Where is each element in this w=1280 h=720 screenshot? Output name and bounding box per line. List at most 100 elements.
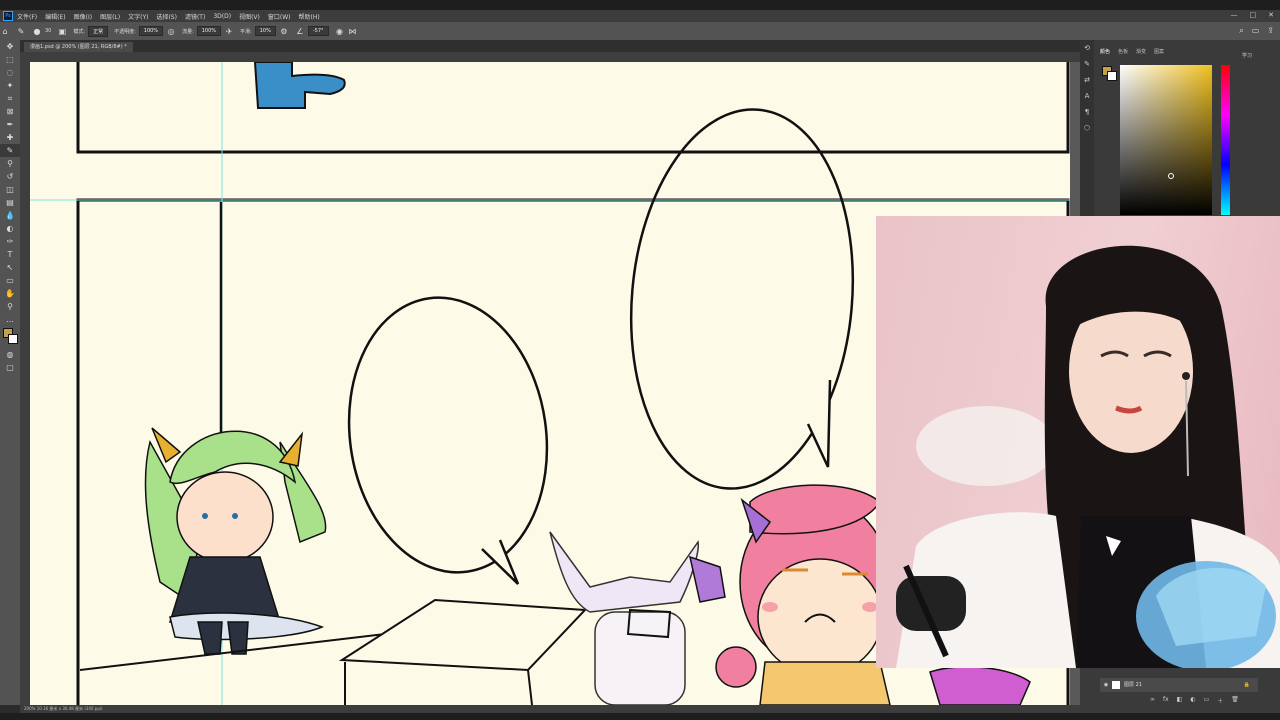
tab-gradients[interactable]: 渐变 bbox=[1136, 48, 1146, 55]
brush-settings-panel-icon[interactable]: ✎ bbox=[1080, 56, 1094, 72]
gradient-tool-icon[interactable]: ▤ bbox=[0, 196, 20, 209]
mask-icon[interactable]: ◧ bbox=[1177, 696, 1183, 705]
settings-gear-icon[interactable]: ⚙ bbox=[279, 27, 289, 36]
color-panel-tabs: 颜色 色板 渐变 图案 bbox=[1100, 48, 1164, 55]
dodge-tool-icon[interactable]: ◐ bbox=[0, 222, 20, 235]
menu-3d[interactable]: 3D(D) bbox=[213, 13, 231, 20]
brush-tool-icon[interactable]: ✎ bbox=[0, 144, 20, 157]
pressure-size-icon[interactable]: ◉ bbox=[335, 27, 345, 36]
zoom-tool-icon[interactable]: ⚲ bbox=[0, 300, 20, 313]
link-layers-icon[interactable]: ∞ bbox=[1150, 696, 1155, 705]
maximize-button[interactable]: □ bbox=[1250, 11, 1257, 19]
top-strip bbox=[0, 0, 1280, 10]
fx-icon[interactable]: fx bbox=[1163, 696, 1169, 705]
menu-view[interactable]: 视图(V) bbox=[239, 12, 260, 21]
delete-layer-icon[interactable]: 🗑 bbox=[1231, 696, 1239, 705]
history-panel-icon[interactable]: ⟲ bbox=[1080, 40, 1094, 56]
screen-mode-icon[interactable]: ▢ bbox=[0, 361, 20, 374]
symmetry-icon[interactable]: ⋈ bbox=[348, 27, 358, 36]
color-picker-cursor[interactable] bbox=[1168, 173, 1174, 179]
menu-file[interactable]: 文件(F) bbox=[17, 12, 37, 21]
menu-help[interactable]: 帮助(H) bbox=[299, 12, 320, 21]
photoshop-app-icon: Ps bbox=[3, 11, 13, 21]
mode-select[interactable]: 正常 bbox=[88, 25, 109, 37]
foreground-color-swatch[interactable] bbox=[0, 326, 20, 348]
tab-patterns[interactable]: 图案 bbox=[1154, 48, 1164, 55]
workspace-icon[interactable]: ▭ bbox=[1252, 26, 1260, 36]
menu-layer[interactable]: 图层(L) bbox=[100, 12, 120, 21]
menu-image[interactable]: 图像(I) bbox=[74, 12, 92, 21]
angle-input[interactable]: -57° bbox=[307, 26, 329, 36]
share-icon[interactable]: ⇪ bbox=[1267, 26, 1274, 36]
crop-tool-icon[interactable]: ⌗ bbox=[0, 92, 20, 105]
frame-tool-icon[interactable]: ⊠ bbox=[0, 105, 20, 118]
background-color-chip[interactable] bbox=[1107, 71, 1117, 81]
history-brush-icon[interactable]: ↺ bbox=[0, 170, 20, 183]
path-select-tool-icon[interactable]: ↖ bbox=[0, 261, 20, 274]
eraser-tool-icon[interactable]: ◫ bbox=[0, 183, 20, 196]
minimize-button[interactable]: — bbox=[1231, 11, 1238, 19]
adjust-panel-icon[interactable]: ⇄ bbox=[1080, 72, 1094, 88]
blur-tool-icon[interactable]: 💧 bbox=[0, 209, 20, 222]
marquee-tool-icon[interactable]: ⬚ bbox=[0, 53, 20, 66]
panel-icon-strip: ⟲ ✎ ⇄ A ¶ ⬡ bbox=[1080, 40, 1094, 220]
close-button[interactable]: ✕ bbox=[1268, 11, 1274, 19]
airbrush-icon[interactable]: ✈ bbox=[224, 27, 234, 36]
menu-window[interactable]: 窗口(W) bbox=[268, 12, 291, 21]
bottom-strip bbox=[0, 713, 1280, 720]
menu-type[interactable]: 文字(Y) bbox=[128, 12, 148, 21]
lasso-tool-icon[interactable]: ◌ bbox=[0, 66, 20, 79]
healing-tool-icon[interactable]: ✚ bbox=[0, 131, 20, 144]
document-tab[interactable]: 漫画1.psd @ 200% (图层 21, RGB/8#) * bbox=[24, 42, 133, 52]
more-tools-icon[interactable]: … bbox=[0, 313, 20, 326]
smoothing-input[interactable]: 10% bbox=[254, 26, 276, 36]
brush-tool-icon[interactable]: ✎ bbox=[16, 27, 26, 36]
opacity-label: 不透明度: bbox=[114, 28, 136, 35]
eyedropper-tool-icon[interactable]: ✒ bbox=[0, 118, 20, 131]
character-panel-icon[interactable]: A bbox=[1080, 88, 1094, 104]
move-tool-icon[interactable]: ✥ bbox=[0, 40, 20, 53]
color-picker-field[interactable] bbox=[1120, 65, 1212, 215]
streamer-figure bbox=[896, 245, 1280, 668]
menu-filter[interactable]: 滤镜(T) bbox=[185, 12, 205, 21]
shape-tool-icon[interactable]: ▭ bbox=[0, 274, 20, 287]
brush-size-value: 30 bbox=[45, 28, 52, 34]
adjustment-layer-icon[interactable]: ◐ bbox=[1190, 696, 1195, 705]
new-layer-icon[interactable]: ＋ bbox=[1217, 696, 1223, 705]
vertical-ruler bbox=[20, 62, 30, 705]
opacity-input[interactable]: 100% bbox=[138, 26, 164, 36]
3d-panel-icon[interactable]: ⬡ bbox=[1080, 120, 1094, 136]
group-icon[interactable]: ▭ bbox=[1204, 696, 1210, 705]
pressure-opacity-icon[interactable]: ◎ bbox=[166, 27, 176, 36]
pen-tool-icon[interactable]: ✑ bbox=[0, 235, 20, 248]
quick-mask-icon[interactable]: ◍ bbox=[0, 348, 20, 361]
lock-icon: 🔒 bbox=[1243, 682, 1250, 688]
layer-row[interactable]: ◉ 图层 21 🔒 bbox=[1100, 678, 1258, 692]
type-tool-icon[interactable]: T bbox=[0, 248, 20, 261]
menu-select[interactable]: 选择(S) bbox=[156, 12, 177, 21]
eye-icon[interactable]: ◉ bbox=[1100, 678, 1112, 692]
flow-input[interactable]: 100% bbox=[196, 26, 222, 36]
layer-name: 图层 21 bbox=[1124, 682, 1142, 688]
brush-preset-icon[interactable]: ● bbox=[32, 27, 42, 36]
home-icon[interactable]: ⌂ bbox=[0, 27, 10, 36]
status-bar: 200% 10.16 厘米 x 30.48 厘米 (300 ppi) bbox=[20, 705, 1084, 713]
hand-tool-icon[interactable]: ✋ bbox=[0, 287, 20, 300]
search-icon[interactable]: ⌕ bbox=[1239, 26, 1243, 36]
tab-swatches[interactable]: 色板 bbox=[1118, 48, 1128, 55]
smoothing-label: 平滑: bbox=[240, 28, 252, 35]
learn-label[interactable]: 学习 bbox=[1242, 52, 1252, 59]
stamp-tool-icon[interactable]: ⚲ bbox=[0, 157, 20, 170]
layer-thumbnail bbox=[1112, 680, 1120, 689]
menu-bar: Ps 文件(F) 编辑(E) 图像(I) 图层(L) 文字(Y) 选择(S) 滤… bbox=[0, 10, 1280, 22]
tools-panel: ✥ ⬚ ◌ ✦ ⌗ ⊠ ✒ ✚ ✎ ⚲ ↺ ◫ ▤ 💧 ◐ ✑ T ↖ ▭ ✋ … bbox=[0, 40, 20, 705]
menu-edit[interactable]: 编辑(E) bbox=[45, 12, 65, 21]
brush-panel-icon[interactable]: ▣ bbox=[57, 27, 67, 36]
paragraph-panel-icon[interactable]: ¶ bbox=[1080, 104, 1094, 120]
layers-panel-footer: ∞ fx ◧ ◐ ▭ ＋ 🗑 bbox=[1150, 696, 1239, 705]
tab-color[interactable]: 颜色 bbox=[1100, 48, 1110, 55]
quick-select-tool-icon[interactable]: ✦ bbox=[0, 79, 20, 92]
hue-slider[interactable] bbox=[1221, 65, 1230, 215]
angle-icon: ∠ bbox=[296, 26, 304, 36]
horizontal-ruler bbox=[20, 52, 1080, 62]
